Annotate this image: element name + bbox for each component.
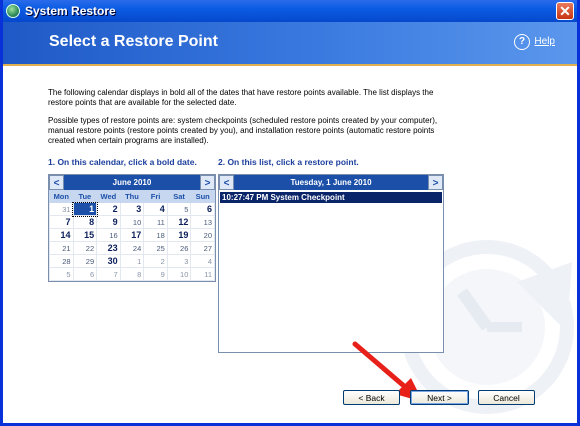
next-button[interactable]: Next > [410,390,469,405]
system-restore-icon [6,4,20,18]
calendar-day: 6 [72,267,98,281]
calendar-day[interactable]: 3 [119,202,145,216]
calendar-day[interactable]: 30 [96,254,121,268]
calendar-day[interactable]: 17 [119,228,145,242]
calendar-day: 22 [72,241,98,255]
page-header: Select a Restore Point ? Help [3,22,577,66]
calendar-week-row: 14 15 16 17 18 19 20 [49,228,215,242]
weekday-header: Mon [49,190,74,203]
calendar-day[interactable]: 14 [49,228,74,242]
title-bar[interactable]: System Restore ✕ [3,0,577,22]
calendar-week-row: 7 8 9 10 11 12 13 [49,215,215,229]
help-link[interactable]: Help [534,36,555,47]
weekday-header: Sun [190,190,215,203]
weekday-header: Wed [96,190,121,203]
weekday-header: Tue [72,190,98,203]
cancel-button[interactable]: Cancel [478,390,535,405]
system-restore-window: System Restore ✕ Select a Restore Point … [0,0,580,426]
calendar-week-row: 28 29 30 1 2 3 4 [49,254,215,268]
calendar-day[interactable]: 12 [166,215,192,229]
calendar-week-row: 21 22 23 24 25 26 27 [49,241,215,255]
calendar-day[interactable]: 2 [96,202,121,216]
calendar-day: 21 [49,241,74,255]
restore-types-text: Possible types of restore points are: sy… [48,116,438,145]
calendar-day: 13 [190,215,215,229]
calendar-day: 2 [143,254,168,268]
restore-point-item[interactable]: 10:27:47 PM System Checkpoint [220,192,442,203]
calendar-day: 10 [166,267,192,281]
calendar-day: 4 [190,254,215,268]
calendar-week-row: 5 6 7 8 9 10 11 [49,267,215,281]
back-button[interactable]: < Back [343,390,400,405]
calendar-day: 5 [49,267,74,281]
calendar-month-label: June 2010 [112,178,152,187]
calendar-grid: Mon Tue Wed Thu Fri Sat Sun 31 1 2 3 4 5 6 7 8 9 10 11 12 1… [49,190,215,281]
calendar-instruction: 1. On this calendar, click a bold date. [48,157,197,167]
restore-point-list: < Tuesday, 1 June 2010 > 10:27:47 PM Sys… [218,174,444,353]
weekday-header: Sat [166,190,192,203]
window-title: System Restore [25,4,116,18]
list-prev-day-button[interactable]: < [219,175,234,190]
calendar-day: 11 [143,215,168,229]
calendar-next-button[interactable]: > [200,175,215,190]
calendar-day[interactable]: 19 [166,228,192,242]
calendar-day: 27 [190,241,215,255]
calendar-day[interactable]: 8 [72,215,98,229]
calendar-day: 3 [166,254,192,268]
weekday-header: Fri [143,190,168,203]
calendar-day[interactable]: 1 [72,201,98,217]
calendar-day[interactable]: 23 [96,241,121,255]
calendar-week-row: 31 1 2 3 4 5 6 [49,201,215,217]
calendar-day: 8 [119,267,145,281]
page-title: Select a Restore Point [49,33,218,50]
restore-calendar: < June 2010 > Mon Tue Wed Thu Fri Sat Sun 31 1 2… [48,174,216,282]
list-header: < Tuesday, 1 June 2010 > [219,175,443,190]
calendar-prev-button[interactable]: < [49,175,64,190]
intro-text: The following calendar displays in bold … [48,88,434,107]
calendar-day: 26 [166,241,192,255]
calendar-day: 18 [143,228,168,242]
calendar-header: < June 2010 > [49,175,215,190]
calendar-day[interactable]: 15 [72,228,98,242]
calendar-day: 9 [143,267,168,281]
main-content: The following calendar displays in bold … [3,66,577,422]
calendar-day[interactable]: 9 [96,215,121,229]
calendar-day: 28 [49,254,74,268]
calendar-day[interactable]: 6 [190,202,215,216]
calendar-day: 10 [119,215,145,229]
calendar-day: 24 [119,241,145,255]
close-button[interactable]: ✕ [556,2,574,20]
help-icon[interactable]: ? [514,34,530,50]
list-instruction: 2. On this list, click a restore point. [218,157,359,167]
calendar-day: 5 [166,202,192,216]
calendar-day: 31 [49,202,74,216]
list-date-label: Tuesday, 1 June 2010 [290,178,372,187]
calendar-day[interactable]: 4 [143,202,168,216]
calendar-day: 25 [143,241,168,255]
list-next-day-button[interactable]: > [428,175,443,190]
calendar-day: 7 [96,267,121,281]
calendar-day: 11 [190,267,215,281]
weekday-header: Thu [119,190,145,203]
calendar-day: 20 [190,228,215,242]
calendar-day: 16 [96,228,121,242]
calendar-day: 1 [119,254,145,268]
calendar-day[interactable]: 7 [49,215,74,229]
calendar-day: 29 [72,254,98,268]
